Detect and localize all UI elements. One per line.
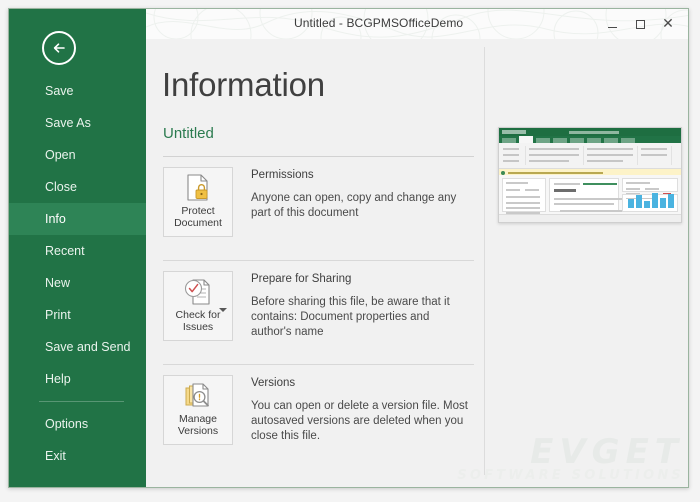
preview-product-sales-chart <box>622 192 678 212</box>
sidebar-item-save-and-send[interactable]: Save and Send <box>9 331 146 363</box>
section-permissions: Protect Document Permissions Anyone can … <box>163 167 474 261</box>
chevron-down-icon[interactable] <box>219 308 227 312</box>
button-label-line1: Protect <box>181 205 215 217</box>
sidebar-item-exit[interactable]: Exit <box>9 440 146 472</box>
document-name: Untitled <box>163 125 214 142</box>
back-button[interactable] <box>42 31 76 65</box>
preview-document-pane <box>549 178 622 222</box>
window-controls: ✕ <box>598 9 682 39</box>
back-arrow-icon <box>53 43 65 53</box>
sidebar-item-label: Recent <box>45 244 85 258</box>
versions-text: Versions You can open or delete a versio… <box>251 375 469 445</box>
preview-ribbon <box>499 143 681 169</box>
section-prepare-for-sharing: Check for Issues Prepare for Sharing Bef… <box>163 271 474 365</box>
preview-left-pane <box>502 178 546 222</box>
sidebar-item-new[interactable]: New <box>9 267 146 299</box>
preview-ribbon-tabs <box>499 136 681 143</box>
preview-message-icon <box>501 170 505 175</box>
backstage-window: Untitled - BCGPMSOfficeDemo ✕ Save Save … <box>8 8 689 488</box>
sidebar-item-label: Options <box>45 417 89 431</box>
sidebar-item-label: Exit <box>45 449 66 463</box>
protect-document-button[interactable]: Protect Document <box>163 167 233 237</box>
section-description: Anyone can open, copy and change any par… <box>251 192 457 219</box>
preview-body <box>499 175 681 222</box>
title-divider <box>163 156 474 157</box>
sidebar-item-save-as[interactable]: Save As <box>9 107 146 139</box>
section-heading: Permissions <box>251 169 314 181</box>
preview-quality-report <box>622 178 678 200</box>
maximize-icon <box>635 19 645 29</box>
sidebar-item-label: Print <box>45 308 71 322</box>
manage-versions-button[interactable]: Manage Versions <box>163 375 233 445</box>
content-preview-divider <box>484 47 485 475</box>
sidebar-item-label: Info <box>45 212 66 226</box>
preview-title-text <box>569 130 619 134</box>
backstage-content: Information Untitled Protect Document Pe… <box>146 39 688 487</box>
button-label-line2: Issues <box>182 321 214 333</box>
preview-quick-access-icons <box>502 130 526 134</box>
sidebar-item-open[interactable]: Open <box>9 139 146 171</box>
button-label-line2: Versions <box>177 425 219 437</box>
sidebar-item-options[interactable]: Options <box>9 408 146 440</box>
section-divider <box>163 364 474 365</box>
window-title: Untitled - BCGPMSOfficeDemo <box>294 16 464 30</box>
minimize-icon <box>607 26 617 28</box>
preview-tab-selected <box>519 136 533 143</box>
sidebar-separator <box>39 401 124 402</box>
button-label-line1: Check for <box>175 309 221 321</box>
sidebar-item-label: Save <box>45 84 74 98</box>
section-versions: Manage Versions Versions You can open or… <box>163 375 474 445</box>
sidebar-item-label: Close <box>45 180 77 194</box>
maximize-button[interactable] <box>626 13 654 35</box>
section-divider <box>163 260 474 261</box>
sidebar-item-save[interactable]: Save <box>9 75 146 107</box>
preview-right-pane <box>622 178 678 212</box>
document-preview-thumbnail[interactable] <box>498 127 682 223</box>
sidebar-item-label: New <box>45 276 71 290</box>
sidebar-item-recent[interactable]: Recent <box>9 235 146 267</box>
section-heading: Versions <box>251 377 296 389</box>
manage-versions-label: Manage Versions <box>178 413 218 437</box>
protect-document-label: Protect Document <box>174 205 222 229</box>
sidebar-item-info[interactable]: Info <box>9 203 146 235</box>
sidebar-item-print[interactable]: Print <box>9 299 146 331</box>
section-description: You can open or delete a version file. M… <box>251 400 468 442</box>
section-description: Before sharing this file, be aware that … <box>251 296 450 338</box>
button-label-line1: Manage <box>179 413 217 425</box>
minimize-button[interactable] <box>598 13 626 35</box>
preview-message-text <box>508 171 603 174</box>
preview-status-bar <box>499 214 681 222</box>
document-stack-search-icon <box>183 381 213 411</box>
app-root: Untitled - BCGPMSOfficeDemo ✕ Save Save … <box>0 0 700 502</box>
title-bar: Untitled - BCGPMSOfficeDemo ✕ <box>146 9 688 39</box>
close-icon: ✕ <box>662 16 674 32</box>
document-inspect-icon <box>183 277 213 307</box>
sidebar-item-label: Help <box>45 372 71 386</box>
sidebar-item-label: Save As <box>45 116 91 130</box>
sidebar-item-label: Open <box>45 148 76 162</box>
preview-title-bar <box>499 128 681 136</box>
prepare-for-sharing-text: Prepare for Sharing Before sharing this … <box>251 271 469 341</box>
page-title: Information <box>162 66 325 103</box>
permissions-text: Permissions Anyone can open, copy and ch… <box>251 167 469 237</box>
sidebar-item-label: Save and Send <box>45 340 131 354</box>
sidebar-item-help[interactable]: Help <box>9 363 146 395</box>
check-for-issues-button[interactable]: Check for Issues <box>163 271 233 341</box>
sidebar-item-close[interactable]: Close <box>9 171 146 203</box>
check-for-issues-label: Check for Issues <box>176 309 221 333</box>
sidebar-menu: Save Save As Open Close Info Recent New … <box>9 75 146 472</box>
button-label-line2: Document <box>174 217 222 229</box>
close-button[interactable]: ✕ <box>654 13 682 35</box>
section-heading: Prepare for Sharing <box>251 273 352 285</box>
document-lock-icon <box>184 173 212 203</box>
preview-bar-chart <box>628 192 674 208</box>
backstage-sidebar: Save Save As Open Close Info Recent New … <box>9 9 146 487</box>
